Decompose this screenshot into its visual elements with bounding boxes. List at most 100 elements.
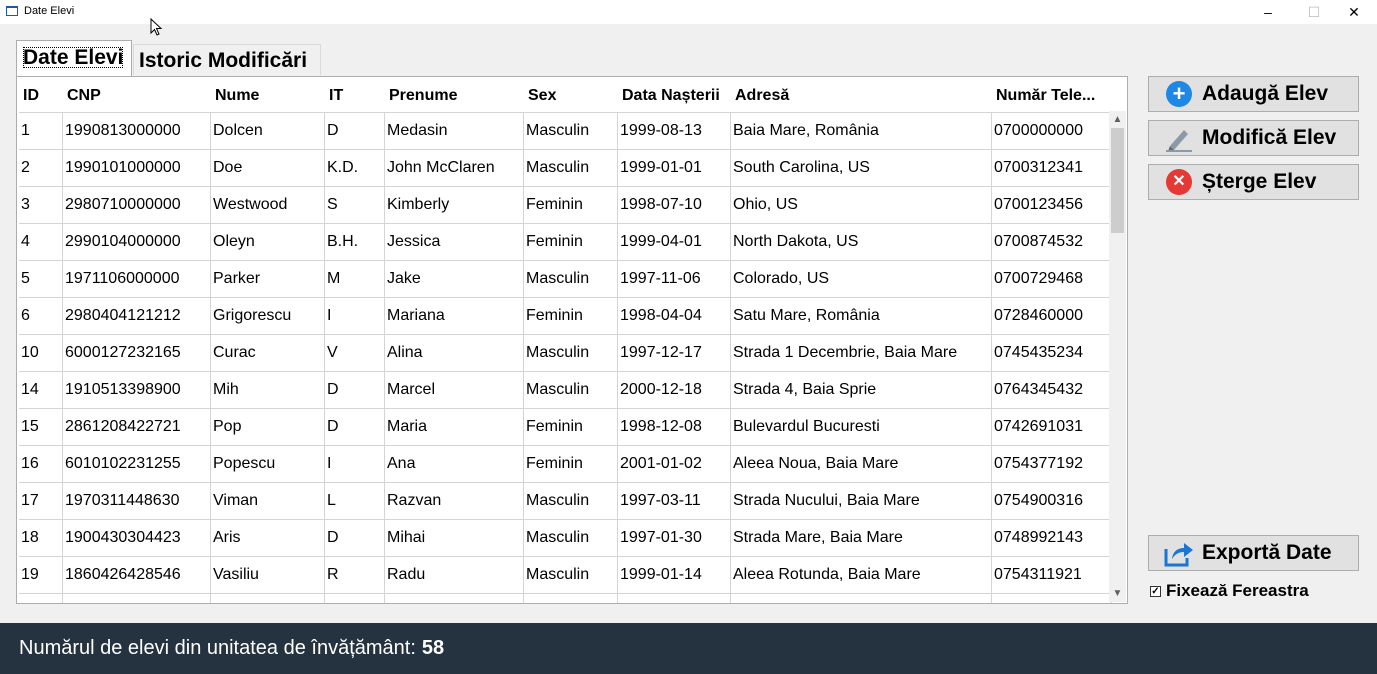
export-data-button[interactable]: Exportă Date [1148,535,1359,571]
checkbox-checked-icon[interactable]: ✓ [1150,585,1161,597]
scroll-down-icon[interactable]: ▼ [1109,585,1126,602]
cell-id[interactable]: 3 [19,187,63,224]
cell-prenume[interactable]: Jessica [385,224,524,261]
column-header[interactable]: Nume [211,79,325,113]
cell-adresa[interactable]: Colorado, US [731,261,992,298]
table-row[interactable]: 6 2980404121212 Grigorescu I Mariana Feminin 1… [19,298,1112,335]
cell-nume[interactable]: Oleyn [211,224,325,261]
cell-telefon[interactable]: 0754377192 [992,446,1112,483]
cell-it[interactable]: D [325,113,385,150]
table-row[interactable]: 4 2990104000000 Oleyn B.H. Jessica Feminin 199… [19,224,1112,261]
cell-id[interactable]: 14 [19,372,63,409]
cell-id[interactable]: 2 [19,150,63,187]
table-row[interactable]: 19 1860426428546 Vasiliu R Radu Masculin 1999-… [19,557,1112,594]
cell-prenume[interactable]: Ana [385,446,524,483]
cell-cnp[interactable]: 1910513398900 [63,372,211,409]
column-header[interactable]: Număr Tele... [992,79,1112,113]
cell-nume[interactable]: Viman [211,483,325,520]
cell-sex[interactable]: Masculin [524,113,618,150]
cell-data-nasterii[interactable]: 1999-08-13 [618,113,731,150]
cell-telefon[interactable]: 0754900316 [992,483,1112,520]
cell-nume[interactable]: Vasiliu [211,557,325,594]
cell-nume[interactable]: Pop [211,409,325,446]
cell-cnp[interactable]: 1971106000000 [63,261,211,298]
cell-adresa[interactable]: North Dakota, US [731,224,992,261]
add-student-button[interactable]: + Adaugă Elev [1148,76,1359,112]
cell-prenume[interactable]: Mihai [385,520,524,557]
edit-student-button[interactable]: Modifică Elev [1148,120,1359,156]
cell-id[interactable]: 17 [19,483,63,520]
vertical-scrollbar[interactable]: ▲ ▼ [1109,111,1126,602]
table-row[interactable]: 16 6010102231255 Popescu I Ana Feminin 2001-01… [19,446,1112,483]
cell-prenume[interactable]: Radu [385,557,524,594]
cell-telefon[interactable]: 0728460000 [992,298,1112,335]
cell-sex[interactable]: Feminin [524,187,618,224]
cell-sex[interactable]: Feminin [524,409,618,446]
cell-prenume[interactable]: Razvan [385,483,524,520]
column-header[interactable]: Sex [524,79,618,113]
cell-data-nasterii[interactable]: 1997-01-30 [618,520,731,557]
cell-it[interactable]: D [325,409,385,446]
cell-cnp[interactable]: 2861208422721 [63,409,211,446]
table-row[interactable]: 10 6000127232165 Curac V Alina Masculin 1997-1… [19,335,1112,372]
cell-telefon[interactable]: 0700312341 [992,150,1112,187]
table-row[interactable]: 1 1990813000000 Dolcen D Medasin Masculin 1999… [19,113,1112,150]
close-button[interactable]: ✕ [1331,0,1377,24]
cell-it[interactable]: S [325,187,385,224]
cell-it[interactable]: R [325,557,385,594]
cell-it[interactable]: I [325,298,385,335]
cell-prenume[interactable]: Jake [385,261,524,298]
cell-nume[interactable]: Mih [211,372,325,409]
cell-sex[interactable]: Masculin [524,150,618,187]
cell-nume[interactable]: Popescu [211,446,325,483]
cell-cnp[interactable]: 6000127232165 [63,335,211,372]
column-header[interactable]: Data Nașterii [618,79,731,113]
cell-prenume[interactable]: Medasin [385,113,524,150]
cell-id[interactable]: 4 [19,224,63,261]
cell-data-nasterii[interactable]: 2000-12-18 [618,372,731,409]
cell-id[interactable]: 10 [19,335,63,372]
table-row[interactable]: 2 1990101000000 Doe K.D. John McClaren Mascul… [19,150,1112,187]
cell-data-nasterii[interactable]: 2001-01-02 [618,446,731,483]
cell-data-nasterii[interactable]: 1999-04-01 [618,224,731,261]
scroll-up-icon[interactable]: ▲ [1109,111,1126,128]
cell-sex[interactable]: Masculin [524,520,618,557]
column-header[interactable]: Prenume [385,79,524,113]
table-row[interactable]: 3 2980710000000 Westwood S Kimberly Feminin 19… [19,187,1112,224]
cell-data-nasterii[interactable]: 1999-01-14 [618,557,731,594]
cell-id[interactable]: 18 [19,520,63,557]
cell-prenume[interactable]: Mariana [385,298,524,335]
cell-cnp[interactable]: 6010102231255 [63,446,211,483]
cell-sex[interactable]: Feminin [524,224,618,261]
cell-telefon[interactable]: 0745435234 [992,335,1112,372]
cell-id[interactable]: 16 [19,446,63,483]
table-row[interactable]: 18 1900430304423 Aris D Mihai Masculin 1997-01… [19,520,1112,557]
cell-adresa[interactable]: South Carolina, US [731,150,992,187]
cell-data-nasterii[interactable]: 1998-07-10 [618,187,731,224]
students-table[interactable]: ID CNP Nume IT Prenume Sex Data Nașterii… [16,76,1128,604]
cell-sex[interactable]: Masculin [524,557,618,594]
cell-it[interactable]: D [325,372,385,409]
cell-cnp[interactable]: 1990101000000 [63,150,211,187]
cell-it[interactable]: D [325,520,385,557]
cell-nume[interactable]: Westwood [211,187,325,224]
cell-nume[interactable]: Aris [211,520,325,557]
cell-adresa[interactable]: Aleea Rotunda, Baia Mare [731,557,992,594]
column-header[interactable]: ID [19,79,63,113]
cell-cnp[interactable]: 1900430304423 [63,520,211,557]
cell-sex[interactable]: Feminin [524,446,618,483]
cell-adresa[interactable]: Baia Mare, România [731,113,992,150]
cell-nume[interactable]: Doe [211,150,325,187]
cell-cnp[interactable]: 2980710000000 [63,187,211,224]
cell-telefon[interactable]: 0754311921 [992,557,1112,594]
table-row[interactable]: 17 1970311448630 Viman L Razvan Masculin 1997-… [19,483,1112,520]
cell-cnp[interactable]: 1860426428546 [63,557,211,594]
cell-it[interactable]: K.D. [325,150,385,187]
cell-prenume[interactable]: Alina [385,335,524,372]
cell-it[interactable]: B.H. [325,224,385,261]
cell-adresa[interactable]: Satu Mare, România [731,298,992,335]
cell-cnp[interactable]: 2990104000000 [63,224,211,261]
cell-data-nasterii[interactable]: 1998-12-08 [618,409,731,446]
cell-adresa[interactable]: Strada Mare, Baia Mare [731,520,992,557]
cell-nume[interactable]: Curac [211,335,325,372]
